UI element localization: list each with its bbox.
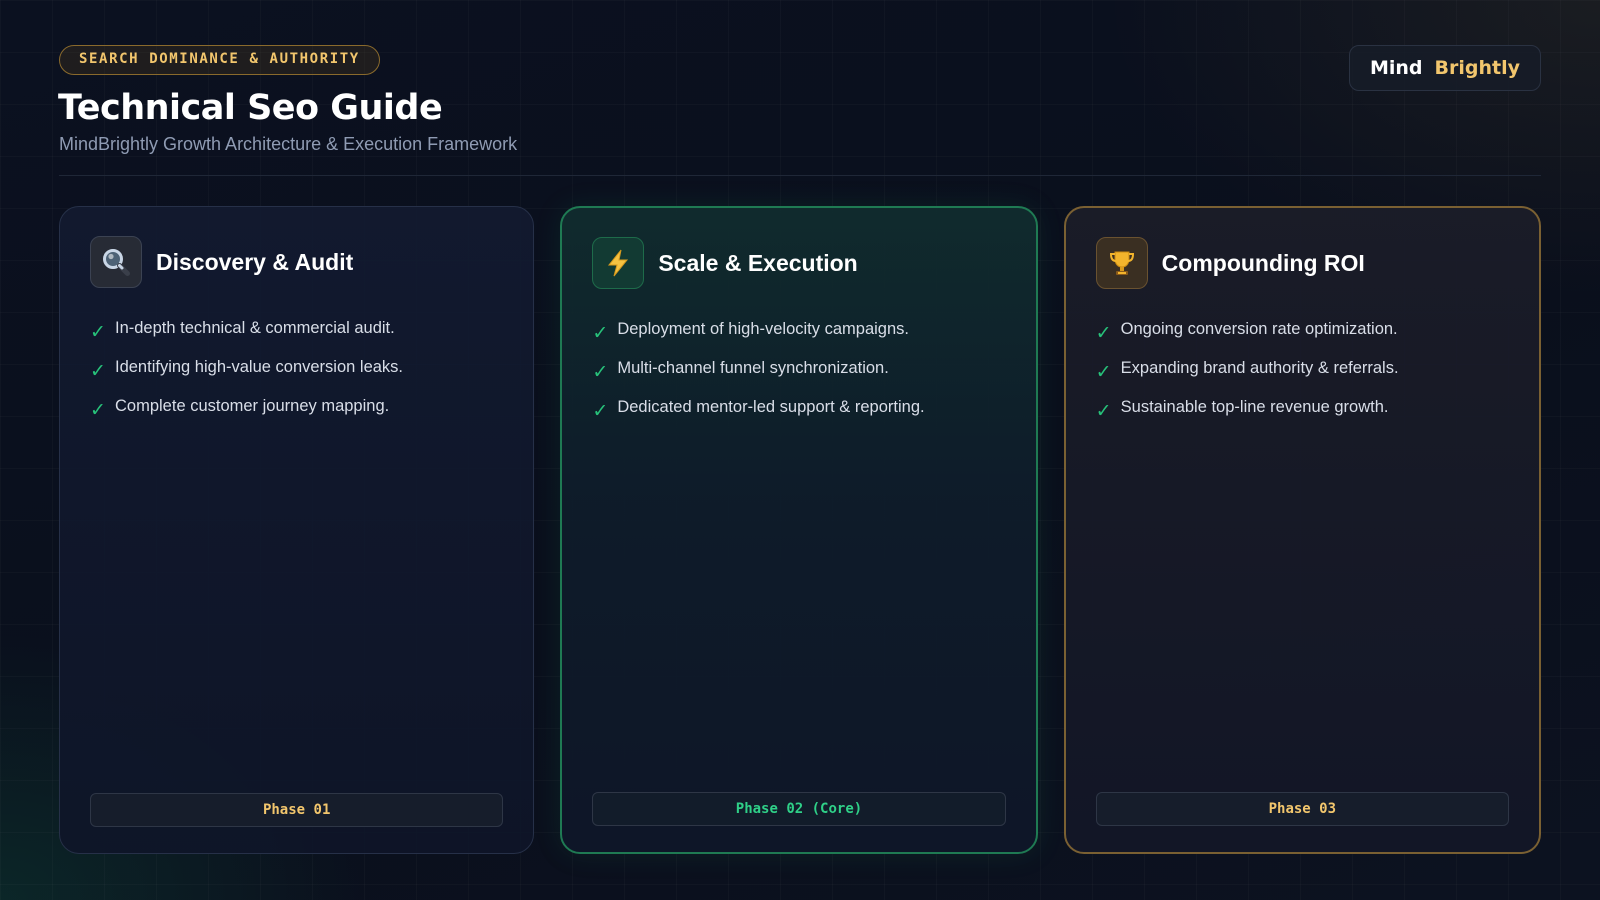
phase-label: Phase 01 [90,793,504,827]
card-title: Discovery & Audit [156,248,354,275]
checkmark-icon: ✓ [592,361,609,383]
header-divider [59,175,1541,176]
list-item: ✓ Multi-channel funnel synchronization. [592,357,1005,383]
lightning-bolt-icon [592,237,645,289]
list-item-text: Multi-channel funnel synchronization. [617,359,889,377]
eyebrow-badge: SEARCH DOMINANCE & AUTHORITY [59,45,380,75]
trophy-icon [1095,237,1148,289]
phase-label: Phase 03 [1095,792,1509,826]
brand-name-first: Mind [1369,57,1423,79]
checkmark-icon: ✓ [1095,361,1112,383]
list-item-text: Identifying high-value conversion leaks. [115,358,404,376]
list-item: ✓ Sustainable top-line revenue growth. [1095,396,1509,422]
card-compounding-roi: Compounding ROI ✓ Ongoing conversion rate… [1063,206,1541,854]
list-item-text: Complete customer journey mapping. [115,397,390,415]
card-title: Compounding ROI [1161,249,1365,276]
card-header: Compounding ROI [1095,236,1509,290]
list-item: ✓ Complete customer journey mapping. [90,395,503,421]
list-item-text: Ongoing conversion rate optimization. [1120,320,1398,338]
phase-cards: Discovery & Audit ✓ In-depth technical & … [59,206,1541,854]
list-item: ✓ In-depth technical & commercial audit. [90,317,503,343]
card-discovery-audit: Discovery & Audit ✓ In-depth technical & … [59,206,535,854]
list-item-text: Deployment of high-velocity campaigns. [617,320,909,338]
list-item-text: In-depth technical & commercial audit. [115,319,395,337]
checkmark-icon: ✓ [90,321,106,343]
checkmark-icon: ✓ [90,360,106,382]
list-item-text: Expanding brand authority & referrals. [1120,359,1399,377]
brand-name-second: Brightly [1434,57,1520,79]
checklist: ✓ Deployment of high-velocity campaigns. … [592,318,1005,422]
checklist: ✓ Ongoing conversion rate optimization. ✓… [1095,318,1509,422]
list-item-text: Sustainable top-line revenue growth. [1120,398,1389,416]
magnifying-glass-icon [90,236,142,288]
card-header: Scale & Execution [592,236,1005,290]
checkmark-icon: ✓ [592,322,609,344]
page-subtitle: MindBrightly Growth Architecture & Execu… [59,134,518,154]
list-item: ✓ Deployment of high-velocity campaigns. [592,318,1005,344]
checkmark-icon: ✓ [1095,322,1112,344]
phase-label: Phase 02 (Core) [592,792,1006,826]
page-title: Technical Seo Guide [58,88,443,128]
list-item: ✓ Expanding brand authority & referrals. [1095,357,1509,383]
brand-logo: Mind Brightly [1348,45,1541,91]
checkmark-icon: ✓ [90,399,106,421]
checkmark-icon: ✓ [592,400,609,422]
list-item-text: Dedicated mentor-led support & reporting… [617,398,925,416]
checkmark-icon: ✓ [1095,400,1112,422]
list-item: ✓ Identifying high-value conversion leaks… [90,356,503,382]
card-header: Discovery & Audit [90,235,503,289]
card-title: Scale & Execution [658,249,858,276]
card-scale-execution: Scale & Execution ✓ Deployment of high-ve… [560,206,1038,854]
checklist: ✓ In-depth technical & commercial audit. … [90,317,503,421]
list-item: ✓ Ongoing conversion rate optimization. [1095,318,1509,344]
list-item: ✓ Dedicated mentor-led support & reportin… [592,396,1005,422]
